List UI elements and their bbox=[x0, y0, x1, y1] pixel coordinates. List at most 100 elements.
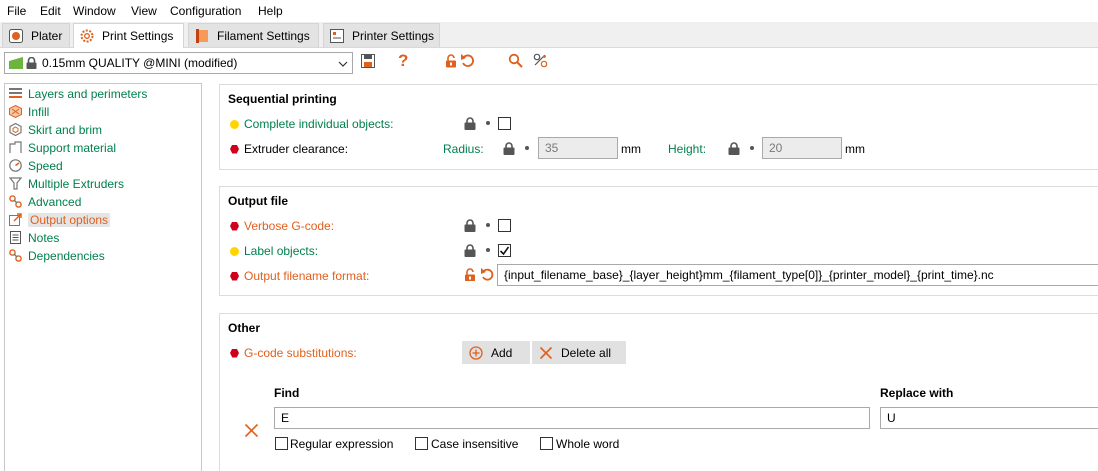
system-value-bullet-icon[interactable] bbox=[486, 121, 490, 125]
unlock-icon[interactable] bbox=[464, 268, 476, 281]
button-label: Delete all bbox=[561, 345, 612, 360]
gcode-substitutions-label: G-code substitutions: bbox=[230, 346, 357, 360]
sidebar-item-notes[interactable]: Notes bbox=[9, 229, 59, 246]
notes-icon bbox=[9, 231, 22, 244]
menu-configuration[interactable]: Configuration bbox=[170, 4, 241, 18]
sidebar-item-advanced[interactable]: Advanced bbox=[9, 193, 81, 210]
tab-printer-settings[interactable]: Printer Settings bbox=[323, 23, 440, 47]
tab-plater[interactable]: Plater bbox=[2, 23, 70, 47]
complete-objects-label: Complete individual objects: bbox=[230, 117, 393, 131]
radius-input[interactable]: 35 bbox=[538, 137, 618, 159]
layers-icon bbox=[9, 87, 22, 100]
section-title: Output file bbox=[228, 194, 288, 208]
printer-icon bbox=[330, 28, 344, 43]
preset-flag-icon bbox=[9, 57, 23, 69]
section-title: Sequential printing bbox=[228, 92, 337, 106]
sidebar-item-label: Speed bbox=[28, 158, 63, 173]
verbose-gcode-checkbox[interactable] bbox=[498, 219, 511, 232]
label-text: Extruder clearance: bbox=[244, 142, 349, 156]
expert-mode-icon bbox=[230, 144, 239, 154]
lock-icon[interactable] bbox=[503, 142, 515, 155]
button-label: Add bbox=[491, 345, 513, 360]
lock-icon[interactable] bbox=[464, 244, 476, 257]
menu-bar: File Edit Window View Configuration Help bbox=[0, 0, 1098, 22]
sidebar-item-label: Notes bbox=[28, 230, 60, 245]
toolbar: 0.15mm QUALITY @MINI (modified) ? bbox=[0, 48, 1098, 82]
sidebar-item-multiple-extruders[interactable]: Multiple Extruders bbox=[8, 175, 124, 192]
menu-help[interactable]: Help bbox=[258, 4, 283, 18]
gear-icon bbox=[80, 29, 94, 43]
lock-icon[interactable] bbox=[464, 219, 476, 232]
add-substitution-button[interactable]: Add bbox=[462, 341, 530, 364]
unlock-icon[interactable] bbox=[445, 54, 458, 71]
preset-select[interactable]: 0.15mm QUALITY @MINI (modified) bbox=[4, 52, 353, 74]
skirt-icon bbox=[9, 122, 22, 137]
sidebar-item-infill[interactable]: Infill bbox=[9, 103, 49, 120]
add-circle-icon bbox=[469, 345, 483, 360]
complete-objects-checkbox[interactable] bbox=[498, 117, 511, 130]
label-text: Output filename format: bbox=[244, 269, 370, 283]
menu-view[interactable]: View bbox=[131, 4, 157, 18]
label-text: Complete individual objects: bbox=[244, 117, 394, 131]
radius-label: Radius: bbox=[443, 142, 484, 156]
preset-lock-icon bbox=[26, 56, 37, 69]
settings-page-list: Layers and perimeters Infill Skirt and b… bbox=[4, 83, 202, 471]
search-icon[interactable] bbox=[508, 53, 523, 71]
height-unit: mm bbox=[845, 142, 865, 156]
sidebar-item-support-material[interactable]: Support material bbox=[9, 139, 116, 156]
system-value-bullet-icon[interactable] bbox=[486, 223, 490, 227]
tab-bar: Plater Print Settings Filament Settings … bbox=[0, 22, 1098, 48]
expert-mode-icon bbox=[230, 271, 239, 281]
undo-icon[interactable] bbox=[480, 267, 494, 282]
menu-edit[interactable]: Edit bbox=[40, 4, 61, 18]
sidebar-item-output-options[interactable]: Output options bbox=[9, 211, 111, 228]
infill-icon bbox=[9, 104, 22, 119]
compare-presets-icon[interactable] bbox=[533, 53, 548, 71]
whole-word-checkbox[interactable] bbox=[540, 437, 553, 450]
find-input[interactable]: E bbox=[274, 407, 870, 429]
help-icon[interactable]: ? bbox=[398, 51, 408, 71]
output-filename-format-label: Output filename format: bbox=[230, 269, 369, 283]
regex-checkbox[interactable] bbox=[275, 437, 288, 450]
expert-mode-icon bbox=[230, 221, 239, 231]
output-filename-format-input[interactable]: {input_filename_base}_{layer_height}mm_{… bbox=[497, 264, 1098, 286]
output-icon bbox=[9, 213, 22, 226]
replace-header: Replace with bbox=[880, 386, 954, 400]
sidebar-item-label: Infill bbox=[28, 104, 50, 119]
lock-icon[interactable] bbox=[464, 117, 476, 130]
save-icon[interactable] bbox=[361, 54, 375, 71]
checkmark-icon bbox=[499, 246, 510, 256]
section-title: Other bbox=[228, 321, 261, 335]
regex-label: Regular expression bbox=[290, 437, 394, 451]
sidebar-item-layers-and-perimeters[interactable]: Layers and perimeters bbox=[9, 85, 147, 102]
wrench-icon bbox=[9, 195, 22, 208]
system-value-bullet-icon[interactable] bbox=[750, 146, 754, 150]
system-value-bullet-icon[interactable] bbox=[486, 248, 490, 252]
menu-window[interactable]: Window bbox=[73, 4, 116, 18]
label-text: Verbose G-code: bbox=[244, 219, 335, 233]
menu-file[interactable]: File bbox=[7, 4, 26, 18]
delete-substitution-icon[interactable] bbox=[244, 423, 259, 438]
sidebar-item-speed[interactable]: Speed bbox=[9, 157, 63, 174]
system-value-bullet-icon[interactable] bbox=[525, 146, 529, 150]
label-text: G-code substitutions: bbox=[244, 346, 357, 360]
tab-filament-settings[interactable]: Filament Settings bbox=[188, 23, 319, 47]
height-label: Height: bbox=[668, 142, 707, 156]
case-insensitive-checkbox[interactable] bbox=[415, 437, 428, 450]
sidebar-item-label: Dependencies bbox=[28, 248, 105, 263]
height-input[interactable]: 20 bbox=[762, 137, 842, 159]
tab-print-settings[interactable]: Print Settings bbox=[73, 23, 184, 48]
sidebar-item-skirt-and-brim[interactable]: Skirt and brim bbox=[9, 121, 102, 138]
undo-icon[interactable] bbox=[460, 53, 475, 71]
replace-input[interactable]: U bbox=[880, 407, 1098, 429]
extruder-icon bbox=[8, 177, 23, 190]
expert-mode-icon bbox=[230, 348, 239, 358]
sidebar-item-dependencies[interactable]: Dependencies bbox=[9, 247, 105, 264]
label-objects-checkbox[interactable] bbox=[498, 244, 511, 257]
tab-label: Plater bbox=[31, 28, 63, 43]
sidebar-item-label: Support material bbox=[28, 140, 117, 155]
extruder-clearance-label: Extruder clearance: bbox=[230, 142, 348, 156]
lock-icon[interactable] bbox=[728, 142, 740, 155]
delete-all-button[interactable]: Delete all bbox=[532, 341, 626, 364]
filament-icon bbox=[195, 28, 209, 43]
